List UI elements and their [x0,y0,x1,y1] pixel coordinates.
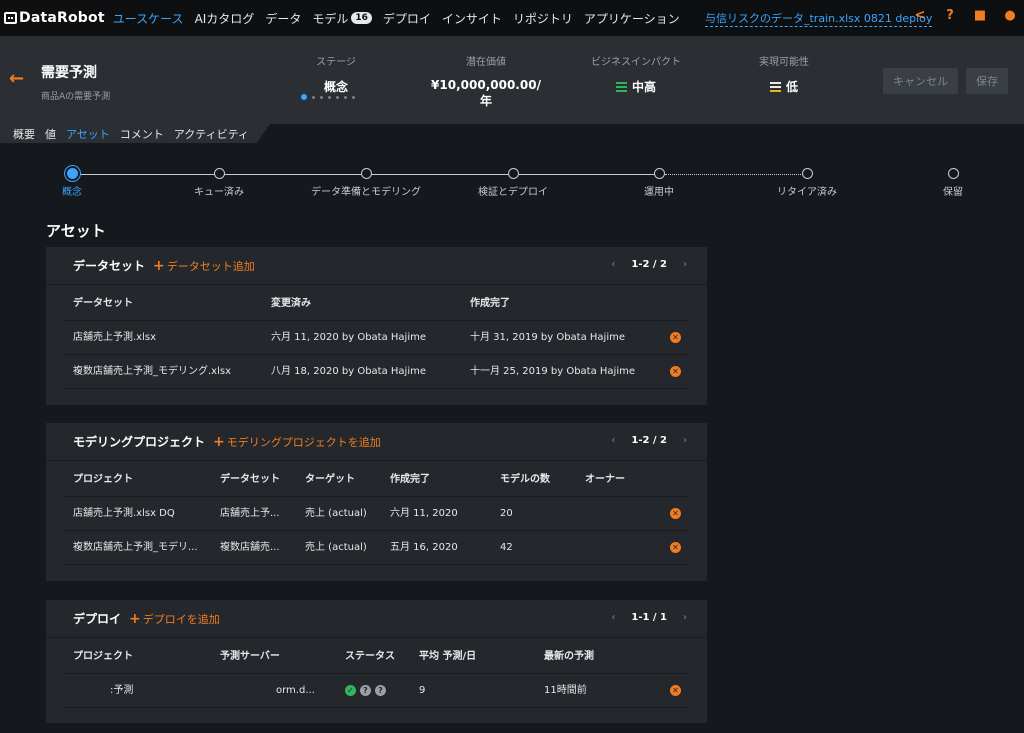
step-in-production[interactable]: 運用中 [589,168,729,198]
projects-pager: ‹ 1-2 / 2 › [611,435,687,446]
plus-icon: + [153,257,165,274]
tab-activity[interactable]: アクティビティ [174,126,249,142]
models-count-badge: 16 [351,12,372,24]
table-row[interactable]: 複数店舗売上予測_モデリ... 複数店舗売... 売上 (actual) 五月 … [64,531,689,565]
deployments-pager: ‹ 1-1 / 1 › [611,612,687,623]
tab-value[interactable]: 値 [45,126,56,142]
remove-icon[interactable]: ✕ [670,366,681,377]
datasets-pager: ‹ 1-2 / 2 › [611,259,687,270]
stage-progress-dots [301,94,355,100]
nav-models[interactable]: モデル 16 [312,10,372,27]
tab-overview[interactable]: 概要 [13,126,35,142]
deployments-header-row: プロジェクト 予測サーバー ステータス 平均 予測/日 最新の予測 [64,640,689,674]
assets-section-title: アセット [46,222,106,240]
use-case-header: ← 需要予測 商品Aの需要予測 ステージ 概念 潜在価値 ¥10,000,000… [0,36,1024,124]
help-icon[interactable]: ? [942,8,958,23]
datasets-card: データセット + データセット追加 ‹ 1-2 / 2 › データセット 変更済み… [46,247,707,405]
projects-title: モデリングプロジェクト [73,435,206,449]
robot-icon [4,12,17,24]
use-case-subtitle: 商品Aの需要予測 [41,92,111,102]
impact-value: 中高 [631,80,656,94]
table-row[interactable]: 店舗売上予測.xlsx 六月 11, 2020 by Obata Hajime … [64,321,689,355]
tab-assets[interactable]: アセット [66,126,110,142]
remove-icon[interactable]: ✕ [670,685,681,696]
add-deployment-button[interactable]: + デプロイを追加 [129,611,220,627]
feasibility-bars-icon [769,81,781,92]
add-project-button[interactable]: + モデリングプロジェクトを追加 [213,434,381,450]
chevron-left-icon[interactable]: ‹ [611,612,615,623]
impact-bars-icon [615,81,627,92]
remove-icon[interactable]: ✕ [670,332,681,343]
recent-deployment-link[interactable]: 与信リスクのデータ_train.xlsx 0821 deploy [705,10,933,27]
deployment-status: ✓?? [345,674,386,708]
use-case-title: 需要予測 [41,65,97,81]
nav-deployments[interactable]: デプロイ [383,10,431,27]
datasets-header-row: データセット 変更済み 作成完了 [64,287,689,321]
question-circle-icon: ? [375,684,386,696]
plus-icon: + [129,610,141,627]
table-row[interactable]: :予測 orm.d... ✓?? 9 11時間前 ✕ [64,674,689,708]
datarobot-logo[interactable]: DataRobot [4,10,105,26]
step-queued[interactable]: キュー済み [149,168,289,198]
step-validation-deploy[interactable]: 検証とデプロイ [443,168,583,198]
deployments-card: デプロイ + デプロイを追加 ‹ 1-1 / 1 › プロジェクト 予測サーバー … [46,600,707,723]
nav-repository[interactable]: リポジトリ [513,10,573,27]
check-circle-icon: ✓ [345,684,356,696]
business-impact-stat: ビジネスインパクト 中高 [591,57,681,94]
chevron-left-icon[interactable]: ‹ [611,259,615,270]
potential-value-stat: 潜在価値 ¥10,000,000.00/年 [426,53,546,109]
folder-icon[interactable]: ■ [972,8,988,23]
feasibility-value: 低 [785,80,798,94]
tab-comments[interactable]: コメント [120,126,164,142]
nav-insights[interactable]: インサイト [442,10,502,27]
stage-stepper: 概念 キュー済み データ準備とモデリング 検証とデプロイ 運用中 リタイア済み … [46,168,976,208]
potential-value: ¥10,000,000.00/年 [431,78,541,108]
chevron-right-icon[interactable]: › [683,259,687,270]
user-icon[interactable]: ● [1002,8,1018,23]
back-arrow-icon[interactable]: ← [9,68,24,89]
save-button[interactable]: 保存 [966,68,1008,94]
plus-icon: + [213,433,225,450]
remove-icon[interactable]: ✕ [670,508,681,519]
nav-data[interactable]: データ [265,10,301,27]
chevron-right-icon[interactable]: › [683,435,687,446]
top-navigation: DataRobot ユースケース AIカタログ データ モデル 16 デプロイ イ… [0,0,1024,36]
deployments-title: デプロイ [73,612,122,626]
step-data-prep-modeling[interactable]: データ準備とモデリング [296,168,436,198]
table-row[interactable]: 店舗売上予測.xlsx DQ 店舗売上予... 売上 (actual) 六月 1… [64,497,689,531]
add-dataset-button[interactable]: + データセット追加 [153,258,255,274]
chevron-right-icon[interactable]: › [683,612,687,623]
nav-use-cases[interactable]: ユースケース [113,10,184,27]
step-concept[interactable]: 概念 [2,168,142,198]
use-case-tabs: 概要 値 アセット コメント アクティビティ [0,124,270,143]
top-icons: < ? ■ ● [912,8,1018,23]
cancel-button[interactable]: キャンセル [883,68,958,94]
main-nav: ユースケース AIカタログ データ モデル 16 デプロイ インサイト リポジトリ… [113,10,691,27]
step-retired[interactable]: リタイア済み [737,168,877,198]
nav-applications[interactable]: アプリケーション [584,10,680,27]
stage-stat: ステージ 概念 [296,53,376,95]
modeling-projects-card: モデリングプロジェクト + モデリングプロジェクトを追加 ‹ 1-2 / 2 › … [46,423,707,581]
feasibility-stat: 実現可能性 低 [759,57,809,94]
remove-icon[interactable]: ✕ [670,542,681,553]
projects-header-row: プロジェクト データセット ターゲット 作成完了 モデルの数 オーナー [64,463,689,497]
datasets-title: データセット [73,259,146,273]
nav-ai-catalog[interactable]: AIカタログ [195,10,255,27]
step-on-hold[interactable]: 保留 [883,168,1023,198]
table-row[interactable]: 複数店舗売上予測_モデリング.xlsx 八月 18, 2020 by Obata… [64,355,689,389]
stage-value: 概念 [323,80,348,94]
share-icon[interactable]: < [912,8,928,23]
chevron-left-icon[interactable]: ‹ [611,435,615,446]
question-circle-icon: ? [360,684,371,696]
